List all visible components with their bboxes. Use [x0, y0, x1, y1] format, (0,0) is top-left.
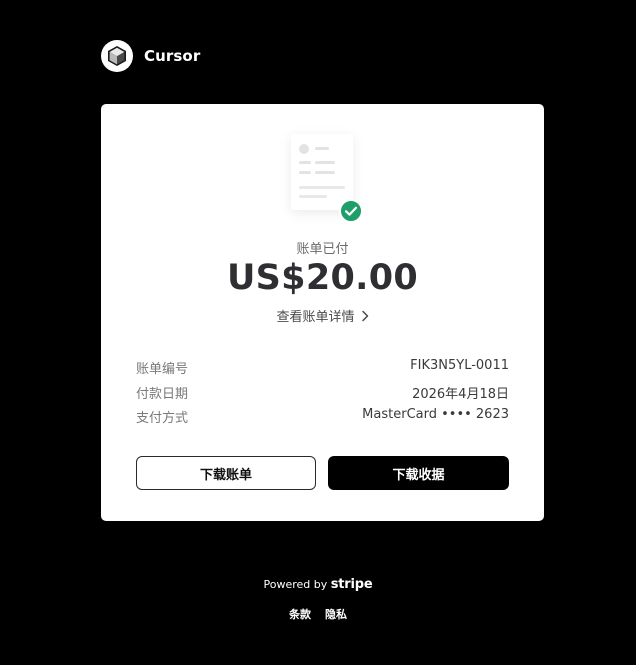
download-receipt-button[interactable]: 下载收据: [328, 456, 509, 490]
stripe-logo-text: stripe: [330, 577, 373, 592]
view-invoice-details-link[interactable]: 查看账单详情: [101, 306, 544, 326]
footer-links: 条款 隐私: [0, 606, 636, 622]
invoice-amount: US$20.00: [226, 258, 419, 298]
payment-date-label: 付款日期: [136, 387, 189, 402]
brand-name: Cursor: [144, 47, 201, 65]
payment-date-value: 2026年4月18日: [412, 387, 509, 402]
payment-method-label: 支付方式: [136, 411, 189, 426]
invoice-card: 账单已付 US$20.00 查看账单详情 账单编号 FIK3N5YL-0011 …: [101, 104, 544, 521]
payment-method-row: 支付方式 MasterCard •••• 2623: [136, 407, 509, 427]
payment-method-value: MasterCard •••• 2623: [362, 407, 509, 422]
download-invoice-button[interactable]: 下载账单: [136, 456, 316, 490]
chevron-right-icon: [361, 310, 369, 326]
cursor-cube-logo-icon: [101, 40, 133, 72]
view-invoice-details-label: 查看账单详情: [276, 310, 355, 325]
invoice-number-label: 账单编号: [136, 362, 189, 377]
powered-by-stripe[interactable]: Powered by stripe: [0, 577, 636, 592]
powered-by-label: Powered by: [263, 578, 328, 591]
terms-link[interactable]: 条款: [289, 606, 311, 622]
invoice-number-row: 账单编号 FIK3N5YL-0011: [136, 358, 509, 378]
privacy-link[interactable]: 隐私: [325, 606, 347, 622]
check-circle-icon: [339, 199, 363, 223]
payment-status: 账单已付: [296, 242, 349, 257]
payment-date-row: 付款日期 2026年4月18日: [136, 383, 509, 403]
brand-header: Cursor: [101, 40, 200, 72]
invoice-number-value: FIK3N5YL-0011: [410, 358, 509, 373]
